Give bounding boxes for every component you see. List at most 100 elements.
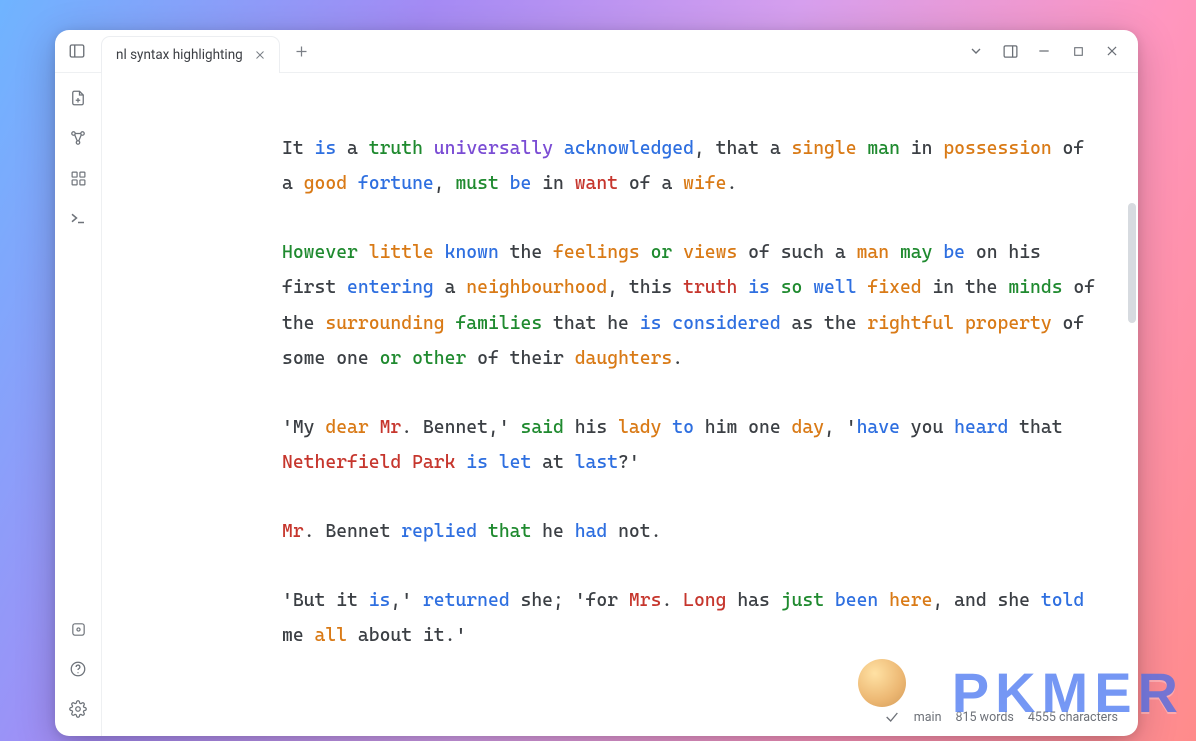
token bbox=[401, 348, 412, 369]
token: is bbox=[640, 313, 662, 334]
editor-content[interactable]: It is a truth universally acknowledged, … bbox=[102, 73, 1138, 736]
token bbox=[434, 242, 445, 263]
token: . bbox=[672, 348, 683, 369]
token: possession bbox=[943, 138, 1051, 159]
paragraph: Mr. Bennet replied that he had not. bbox=[282, 514, 1098, 549]
token bbox=[553, 138, 564, 159]
token bbox=[445, 313, 456, 334]
token: entering bbox=[347, 277, 434, 298]
token: all bbox=[315, 625, 348, 646]
token: a bbox=[336, 138, 369, 159]
token bbox=[932, 242, 943, 263]
scrollbar-thumb[interactable] bbox=[1128, 203, 1136, 323]
token: a bbox=[434, 277, 467, 298]
token: 'But it bbox=[282, 590, 369, 611]
token: or bbox=[380, 348, 402, 369]
token: ?' bbox=[618, 452, 640, 473]
token: has bbox=[726, 590, 780, 611]
app-window: nl syntax highlighting bbox=[55, 30, 1138, 736]
token: well bbox=[813, 277, 856, 298]
token: fortune bbox=[358, 173, 434, 194]
token: man bbox=[867, 138, 900, 159]
token: last bbox=[575, 452, 618, 473]
terminal-icon[interactable] bbox=[61, 201, 95, 235]
status-branch[interactable]: main bbox=[914, 710, 942, 725]
token: acknowledged bbox=[564, 138, 694, 159]
help-icon[interactable] bbox=[61, 652, 95, 686]
token: Mr bbox=[282, 521, 304, 542]
token: in bbox=[900, 138, 943, 159]
token bbox=[857, 277, 868, 298]
token bbox=[369, 417, 380, 438]
window-close-icon[interactable] bbox=[1096, 35, 1128, 67]
graph-icon[interactable] bbox=[61, 121, 95, 155]
token: rightful bbox=[867, 313, 954, 334]
token bbox=[347, 173, 358, 194]
token: dear bbox=[325, 417, 368, 438]
token: about it.' bbox=[347, 625, 466, 646]
token bbox=[857, 138, 868, 159]
location-icon[interactable] bbox=[61, 612, 95, 646]
token: told bbox=[1041, 590, 1084, 611]
app-body: It is a truth universally acknowledged, … bbox=[55, 73, 1138, 736]
token: families bbox=[455, 313, 542, 334]
token: or bbox=[651, 242, 673, 263]
token: in the bbox=[922, 277, 1009, 298]
token: , and she bbox=[932, 590, 1040, 611]
token bbox=[499, 173, 510, 194]
token: , bbox=[434, 173, 456, 194]
token: he bbox=[531, 521, 574, 542]
window-controls bbox=[960, 35, 1132, 67]
token bbox=[661, 417, 672, 438]
token: lady bbox=[618, 417, 661, 438]
token bbox=[401, 452, 412, 473]
minimize-icon[interactable] bbox=[1028, 35, 1060, 67]
token bbox=[889, 242, 900, 263]
token: him one bbox=[694, 417, 792, 438]
maximize-icon[interactable] bbox=[1062, 35, 1094, 67]
panel-right-icon[interactable] bbox=[994, 35, 1026, 67]
token: , that a bbox=[694, 138, 792, 159]
token: single bbox=[792, 138, 857, 159]
token bbox=[423, 138, 434, 159]
token bbox=[802, 277, 813, 298]
token: at bbox=[531, 452, 574, 473]
token: neighbourhood bbox=[466, 277, 607, 298]
token: , ' bbox=[824, 417, 857, 438]
token: be bbox=[943, 242, 965, 263]
status-words[interactable]: 815 words bbox=[956, 710, 1014, 725]
new-file-icon[interactable] bbox=[61, 81, 95, 115]
token: minds bbox=[1008, 277, 1062, 298]
token: so bbox=[781, 277, 803, 298]
sidebar-toggle-icon[interactable] bbox=[61, 35, 93, 67]
token: had bbox=[575, 521, 608, 542]
token: his bbox=[564, 417, 618, 438]
new-tab-icon[interactable] bbox=[286, 35, 318, 67]
token: Park bbox=[412, 452, 455, 473]
token bbox=[358, 242, 369, 263]
token: heard bbox=[954, 417, 1008, 438]
token: Mr bbox=[380, 417, 402, 438]
chevron-down-icon[interactable] bbox=[960, 35, 992, 67]
token: truth bbox=[369, 138, 423, 159]
token: she; 'for bbox=[510, 590, 629, 611]
token bbox=[770, 277, 781, 298]
grid-icon[interactable] bbox=[61, 161, 95, 195]
token bbox=[737, 277, 748, 298]
token: have bbox=[857, 417, 900, 438]
token: not. bbox=[607, 521, 661, 542]
token bbox=[878, 590, 889, 611]
tab-active[interactable]: nl syntax highlighting bbox=[101, 36, 280, 73]
close-icon[interactable] bbox=[251, 46, 269, 64]
token: said bbox=[521, 417, 564, 438]
paragraph: However little known the feelings or vie… bbox=[282, 235, 1098, 376]
token: that bbox=[1008, 417, 1073, 438]
status-chars[interactable]: 4555 characters bbox=[1028, 710, 1118, 725]
tabstrip: nl syntax highlighting bbox=[101, 30, 956, 72]
tab-title: nl syntax highlighting bbox=[116, 47, 243, 63]
token: day bbox=[792, 417, 825, 438]
settings-icon[interactable] bbox=[61, 692, 95, 726]
token: the bbox=[499, 242, 553, 263]
token: been bbox=[835, 590, 878, 611]
check-icon[interactable] bbox=[884, 709, 900, 725]
